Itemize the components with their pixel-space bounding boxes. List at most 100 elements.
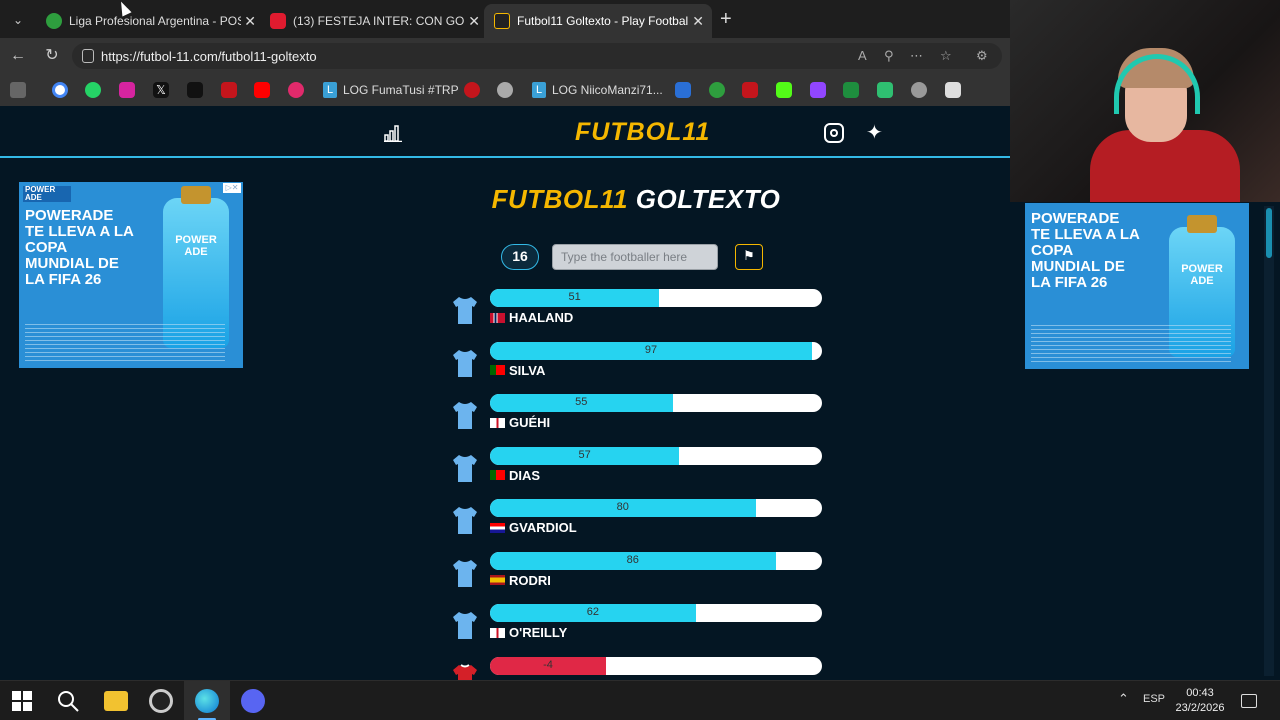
- score-bar: 62: [490, 604, 822, 622]
- guess-row: -4: [448, 656, 828, 680]
- twitter-bird-icon[interactable]: ✦: [866, 120, 883, 145]
- red-dot-icon[interactable]: [464, 82, 480, 98]
- shirt-icon: [453, 454, 477, 482]
- green-bookmark-icon[interactable]: [709, 82, 725, 98]
- system-clock[interactable]: 00:43 23/2/2026: [1170, 686, 1230, 716]
- windows-taskbar: ⌃ ESP 00:43 23/2/2026: [0, 680, 1280, 720]
- site-logo[interactable]: FUTBOL11: [575, 118, 710, 147]
- x-twitter-icon[interactable]: 𝕏: [153, 82, 169, 98]
- score-value: 51: [568, 291, 581, 303]
- score-value: 62: [586, 606, 600, 618]
- close-tab-icon[interactable]: ✕: [468, 13, 480, 30]
- site-info-icon[interactable]: [82, 49, 94, 63]
- bookmark-niicomanzi[interactable]: LOG NiicoManzi71...: [552, 83, 663, 97]
- red-bookmark-icon[interactable]: [742, 82, 758, 98]
- player-name-text: DIAS: [509, 467, 541, 483]
- shirt-icon: [453, 507, 477, 534]
- youtube-icon[interactable]: [254, 82, 270, 98]
- kick-icon[interactable]: [776, 82, 792, 98]
- url-text[interactable]: https://futbol-11.com/futbol11-goltexto: [101, 49, 317, 64]
- shirt-icon: [453, 349, 477, 377]
- bottle-label: POWER ADE: [175, 234, 217, 258]
- clock-time: 00:43: [1186, 687, 1214, 699]
- bookmark-l-icon[interactable]: L: [532, 82, 546, 98]
- tray-chevron-up-icon[interactable]: ⌃: [1118, 691, 1129, 707]
- site-header: FUTBOL11 ✦: [0, 106, 1010, 158]
- sheets-icon[interactable]: [843, 82, 859, 98]
- page-scrollbar[interactable]: [1264, 206, 1274, 676]
- language-indicator[interactable]: ESP: [1143, 693, 1165, 705]
- omnibox[interactable]: https://futbol-11.com/futbol11-goltexto …: [72, 43, 1002, 69]
- scrollbar-thumb[interactable]: [1266, 208, 1272, 258]
- bookmark-fumatusi[interactable]: LOG FumaTusi #TRP: [343, 83, 459, 97]
- tab-title: (13) FESTEJA INTER: CON GOL DEL: [293, 14, 465, 28]
- back-arrow-icon[interactable]: ←: [8, 46, 28, 66]
- close-tab-icon[interactable]: ✕: [692, 13, 704, 30]
- youtube-favicon-icon: [270, 13, 286, 29]
- futbol11-favicon-icon: [494, 13, 510, 29]
- collections-icon[interactable]: [10, 82, 26, 98]
- flag-icon[interactable]: ⚑: [735, 244, 763, 270]
- zoom-icon[interactable]: ⚲: [884, 48, 894, 64]
- score-value: 57: [578, 448, 591, 461]
- tab-youtube[interactable]: (13) FESTEJA INTER: CON GOL DEL ✕: [260, 4, 488, 38]
- stats-bars-icon[interactable]: [384, 124, 402, 142]
- footballer-search-input[interactable]: [552, 244, 718, 270]
- ad-headline: POWERADE TE LLEVA A LA COPA MUNDIAL DE L…: [25, 207, 134, 288]
- discord-icon[interactable]: [241, 689, 265, 713]
- search-icon[interactable]: [56, 689, 80, 713]
- score-value: -4: [543, 658, 553, 671]
- music-icon[interactable]: [288, 82, 304, 98]
- portugal-flag-icon: [490, 365, 505, 375]
- spain-flag-icon: [490, 575, 505, 585]
- guess-row: 55 GUÉHI: [448, 394, 828, 447]
- favorite-star-icon[interactable]: ☆: [940, 48, 952, 64]
- score-bar: 80: [490, 499, 822, 517]
- player-name: RODRI: [490, 573, 551, 588]
- guess-row: 97 SILVA: [448, 341, 828, 395]
- twitch-icon[interactable]: [810, 82, 826, 98]
- right-ad-banner[interactable]: POWERADE TE LLEVA A LA COPA MUNDIAL DE L…: [1025, 203, 1249, 369]
- ad-headline: POWERADE TE LLEVA A LA COPA MUNDIAL DE L…: [1031, 210, 1140, 291]
- guess-list: 51 HAALAND 97 SILVA 55 GUÉHI 57 DIAS 80 …: [448, 289, 828, 680]
- edge-browser-icon[interactable]: [195, 689, 219, 713]
- translate-icon[interactable]: A: [858, 48, 867, 63]
- title-futbol11: FUTBOL11: [491, 184, 629, 214]
- circle-bookmark-icon[interactable]: [497, 82, 513, 98]
- guess-row: 86 RODRI: [448, 551, 828, 605]
- white-bookmark-icon[interactable]: [945, 82, 961, 98]
- grey-circle-icon[interactable]: [911, 82, 927, 98]
- tab-list-chevron-icon[interactable]: ⌄: [6, 9, 30, 31]
- close-tab-icon[interactable]: ✕: [244, 13, 256, 30]
- guess-row: 62 O'REILLY: [448, 604, 828, 657]
- tiktok-icon[interactable]: [187, 82, 203, 98]
- notifications-icon[interactable]: [1241, 694, 1257, 708]
- tab-liga-profesional[interactable]: Liga Profesional Argentina - POSICIONES …: [36, 4, 264, 38]
- tab-futbol11[interactable]: Futbol11 Goltexto - Play Football Games …: [484, 4, 712, 38]
- player-name: HAALAND: [490, 310, 573, 325]
- google-icon[interactable]: [52, 82, 68, 98]
- plus-icon[interactable]: +: [720, 8, 732, 31]
- instagram-icon[interactable]: [824, 123, 844, 143]
- player-name-text: GVARDIOL: [509, 520, 577, 535]
- clock-date: 23/2/2026: [1175, 702, 1225, 714]
- whatsapp-icon[interactable]: [85, 82, 101, 98]
- obs-icon[interactable]: [149, 689, 173, 713]
- red-bookmark-icon[interactable]: [221, 82, 237, 98]
- file-explorer-icon[interactable]: [104, 691, 128, 711]
- player-name-text: O'REILLY: [509, 625, 568, 640]
- instagram-icon[interactable]: [119, 82, 135, 98]
- reload-icon[interactable]: ↻: [42, 46, 62, 66]
- player-name: GUÉHI: [490, 415, 550, 430]
- portugal-flag-icon: [490, 470, 505, 480]
- shirt-icon: [453, 612, 477, 639]
- grid-bookmark-icon[interactable]: [675, 82, 691, 98]
- bookmark-l-icon[interactable]: L: [323, 82, 337, 98]
- green-app-icon[interactable]: [877, 82, 893, 98]
- extensions-icon[interactable]: ⚙: [976, 48, 988, 64]
- address-bar-row: ← ↻ https://futbol-11.com/futbol11-golte…: [0, 38, 1010, 74]
- shirt-icon: [453, 402, 477, 429]
- more-dots-icon[interactable]: ⋯: [910, 48, 923, 64]
- liga-favicon-icon: [46, 13, 62, 29]
- windows-start-icon[interactable]: [12, 691, 32, 711]
